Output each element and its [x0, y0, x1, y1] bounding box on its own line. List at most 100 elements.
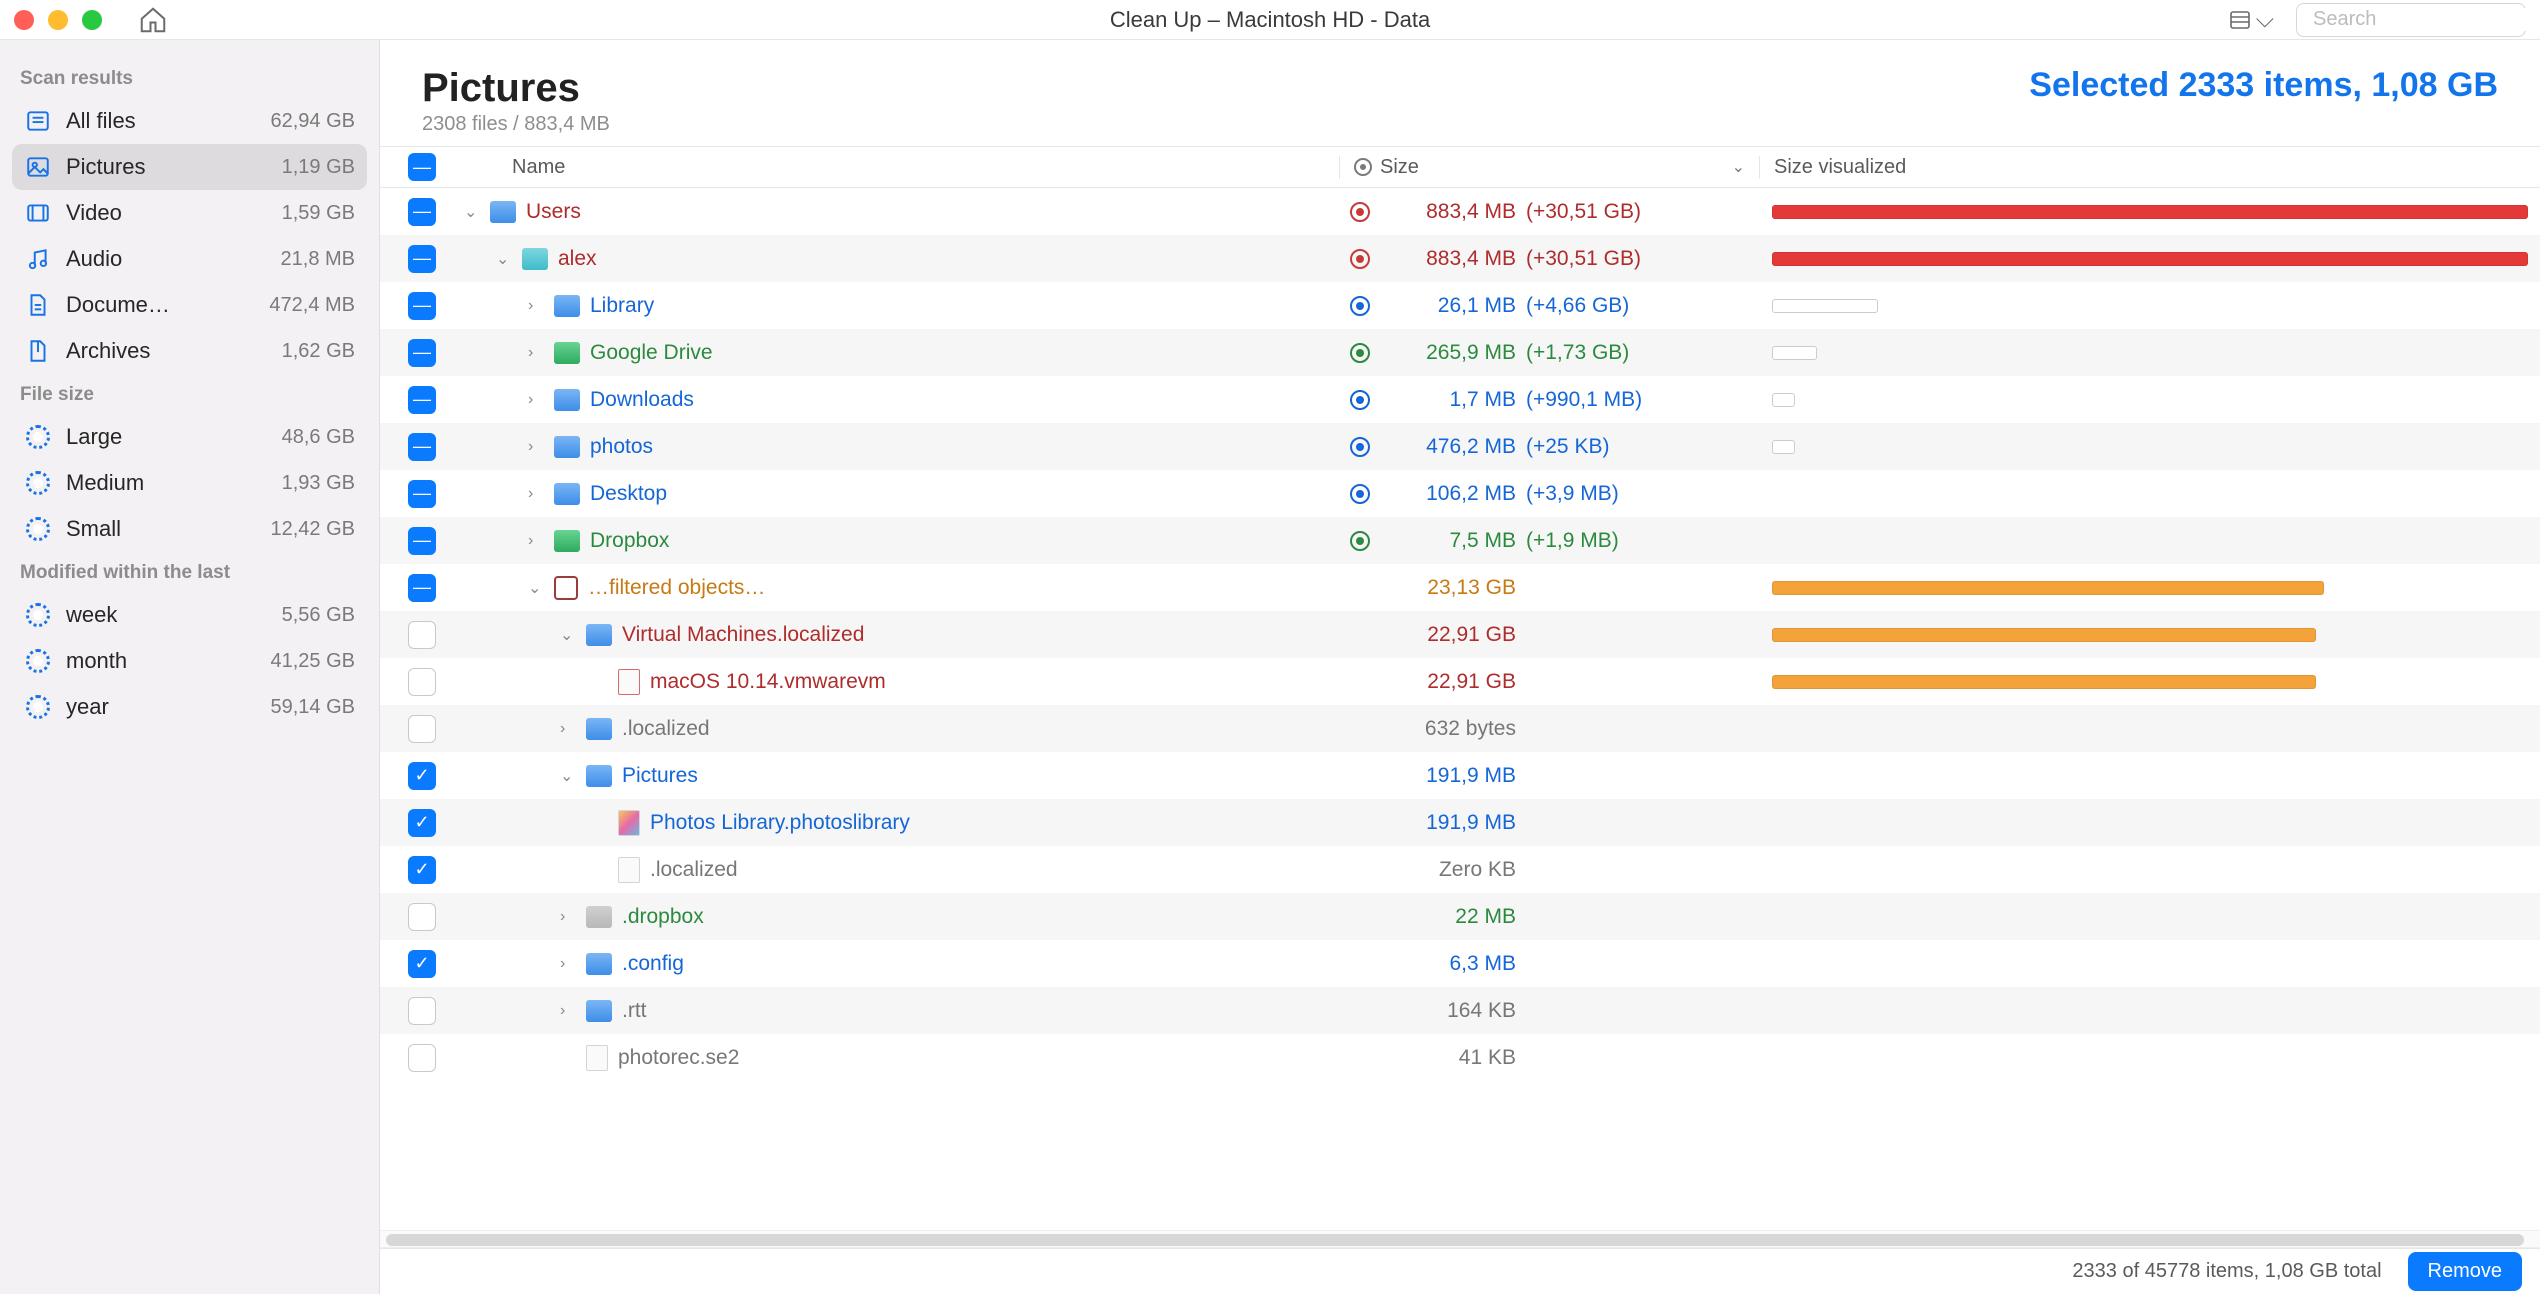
disclosure-toggle[interactable]: ›	[528, 438, 546, 456]
search-field[interactable]	[2296, 3, 2526, 37]
table-row[interactable]: —⌄Users883,4 MB(+30,51 GB)	[380, 188, 2540, 235]
sidebar-item-audio[interactable]: Audio21,8 MB	[12, 236, 367, 282]
disclosure-toggle[interactable]: ›	[528, 297, 546, 315]
table-row[interactable]: ⌄Virtual Machines.localized22,91 GB	[380, 611, 2540, 658]
disclosure-toggle[interactable]: ›	[560, 908, 578, 926]
row-checkbox[interactable]: —	[408, 198, 436, 226]
row-checkbox[interactable]: ✓	[408, 856, 436, 884]
disclosure-toggle[interactable]: ›	[528, 532, 546, 550]
sidebar-item-large[interactable]: Large48,6 GB	[12, 414, 367, 460]
row-checkbox[interactable]	[408, 621, 436, 649]
window-controls	[14, 10, 102, 30]
row-size: 883,4 MB	[1386, 200, 1516, 224]
disclosure-toggle[interactable]: ›	[528, 344, 546, 362]
table-row[interactable]: ✓⌄Pictures191,9 MB	[380, 752, 2540, 799]
sidebar-item-value: 1,59 GB	[282, 202, 355, 225]
row-size-delta: (+3,9 MB)	[1526, 482, 1619, 506]
disclosure-toggle[interactable]: ›	[528, 485, 546, 503]
table-row[interactable]: macOS 10.14.vmwarevm22,91 GB	[380, 658, 2540, 705]
row-checkbox[interactable]	[408, 903, 436, 931]
view-mode-dropdown[interactable]: ⌵	[2228, 6, 2274, 34]
table-row[interactable]: ✓Photos Library.photoslibrary191,9 MB	[380, 799, 2540, 846]
sidebar-item-month[interactable]: month41,25 GB	[12, 638, 367, 684]
sidebar-item-value: 41,25 GB	[270, 650, 355, 673]
sidebar-item-medium[interactable]: Medium1,93 GB	[12, 460, 367, 506]
sidebar-item-archives[interactable]: Archives1,62 GB	[12, 328, 367, 374]
row-size: 632 bytes	[1386, 717, 1516, 741]
row-checkbox[interactable]: —	[408, 480, 436, 508]
table-row[interactable]: —›Google Drive265,9 MB(+1,73 GB)	[380, 329, 2540, 376]
row-checkbox[interactable]: —	[408, 527, 436, 555]
row-size: 1,7 MB	[1386, 388, 1516, 412]
row-checkbox[interactable]: —	[408, 292, 436, 320]
column-size-visualized[interactable]: Size visualized	[1760, 156, 2540, 179]
table-row[interactable]: photorec.se241 KB	[380, 1034, 2540, 1081]
disclosure-toggle[interactable]: ›	[560, 955, 578, 973]
row-size-delta: (+4,66 GB)	[1526, 294, 1629, 318]
minimize-icon[interactable]	[48, 10, 68, 30]
disclosure-toggle[interactable]: ⌄	[560, 766, 578, 786]
disclosure-toggle[interactable]: ⌄	[528, 578, 546, 598]
sidebar-item-label: Archives	[66, 338, 282, 364]
row-checkbox[interactable]: ✓	[408, 950, 436, 978]
sidebar-item-week[interactable]: week5,56 GB	[12, 592, 367, 638]
table-row[interactable]: ✓.localizedZero KB	[380, 846, 2540, 893]
search-input[interactable]	[2313, 8, 2540, 31]
row-size: 22,91 GB	[1386, 670, 1516, 694]
size-bar	[1772, 628, 2316, 642]
zoom-icon[interactable]	[82, 10, 102, 30]
sidebar-item-year[interactable]: year59,14 GB	[12, 684, 367, 730]
table-row[interactable]: —›Dropbox7,5 MB(+1,9 MB)	[380, 517, 2540, 564]
folder-icon	[586, 718, 612, 740]
target-icon	[1350, 249, 1370, 269]
select-all-checkbox[interactable]: —	[408, 153, 436, 181]
table-row[interactable]: ›.dropbox22 MB	[380, 893, 2540, 940]
column-name[interactable]: Name	[464, 156, 1340, 179]
sidebar-item-docume-[interactable]: Docume…472,4 MB	[12, 282, 367, 328]
table-row[interactable]: ›.rtt164 KB	[380, 987, 2540, 1034]
row-checkbox[interactable]	[408, 997, 436, 1025]
table-row[interactable]: —⌄…filtered objects…23,13 GB	[380, 564, 2540, 611]
table-row[interactable]: —›Desktop106,2 MB(+3,9 MB)	[380, 470, 2540, 517]
sidebar-item-small[interactable]: Small12,42 GB	[12, 506, 367, 552]
table-row[interactable]: ✓›.config6,3 MB	[380, 940, 2540, 987]
close-icon[interactable]	[14, 10, 34, 30]
home-button[interactable]	[138, 5, 168, 35]
disclosure-toggle[interactable]: ›	[560, 1002, 578, 1020]
sidebar-item-all-files[interactable]: All files62,94 GB	[12, 98, 367, 144]
table-row[interactable]: —›Library26,1 MB(+4,66 GB)	[380, 282, 2540, 329]
target-icon	[1350, 437, 1370, 457]
disclosure-toggle[interactable]: ⌄	[560, 625, 578, 645]
table-row[interactable]: —›Downloads1,7 MB(+990,1 MB)	[380, 376, 2540, 423]
table-row[interactable]: ›.localized632 bytes	[380, 705, 2540, 752]
remove-button[interactable]: Remove	[2408, 1252, 2522, 1291]
table-row[interactable]: —›photos476,2 MB(+25 KB)	[380, 423, 2540, 470]
sidebar-item-pictures[interactable]: Pictures1,19 GB	[12, 144, 367, 190]
folder-icon	[586, 953, 612, 975]
row-checkbox[interactable]: —	[408, 339, 436, 367]
gear-icon	[24, 423, 52, 451]
titlebar: Clean Up – Macintosh HD - Data ⌵	[0, 0, 2540, 40]
row-checkbox[interactable]: —	[408, 386, 436, 414]
row-checkbox[interactable]: ✓	[408, 762, 436, 790]
disclosure-toggle[interactable]: ›	[560, 720, 578, 738]
row-checkbox[interactable]	[408, 668, 436, 696]
row-checkbox[interactable]: —	[408, 574, 436, 602]
disclosure-toggle[interactable]: ⌄	[496, 249, 514, 269]
row-checkbox[interactable]	[408, 1044, 436, 1072]
row-size: 164 KB	[1386, 999, 1516, 1023]
row-checkbox[interactable]: ✓	[408, 809, 436, 837]
row-checkbox[interactable]	[408, 715, 436, 743]
disclosure-toggle[interactable]: ⌄	[464, 202, 482, 222]
sidebar-item-label: Pictures	[66, 154, 282, 180]
page-title: Pictures	[422, 66, 610, 111]
row-checkbox[interactable]: —	[408, 433, 436, 461]
sidebar-item-video[interactable]: Video1,59 GB	[12, 190, 367, 236]
row-checkbox[interactable]: —	[408, 245, 436, 273]
table-row[interactable]: —⌄alex883,4 MB(+30,51 GB)	[380, 235, 2540, 282]
disclosure-toggle[interactable]: ›	[528, 391, 546, 409]
folder-icon	[554, 295, 580, 317]
horizontal-scrollbar[interactable]	[380, 1230, 2540, 1248]
column-size[interactable]: Size ⌄	[1340, 156, 1760, 179]
row-size-delta: (+990,1 MB)	[1526, 388, 1642, 412]
